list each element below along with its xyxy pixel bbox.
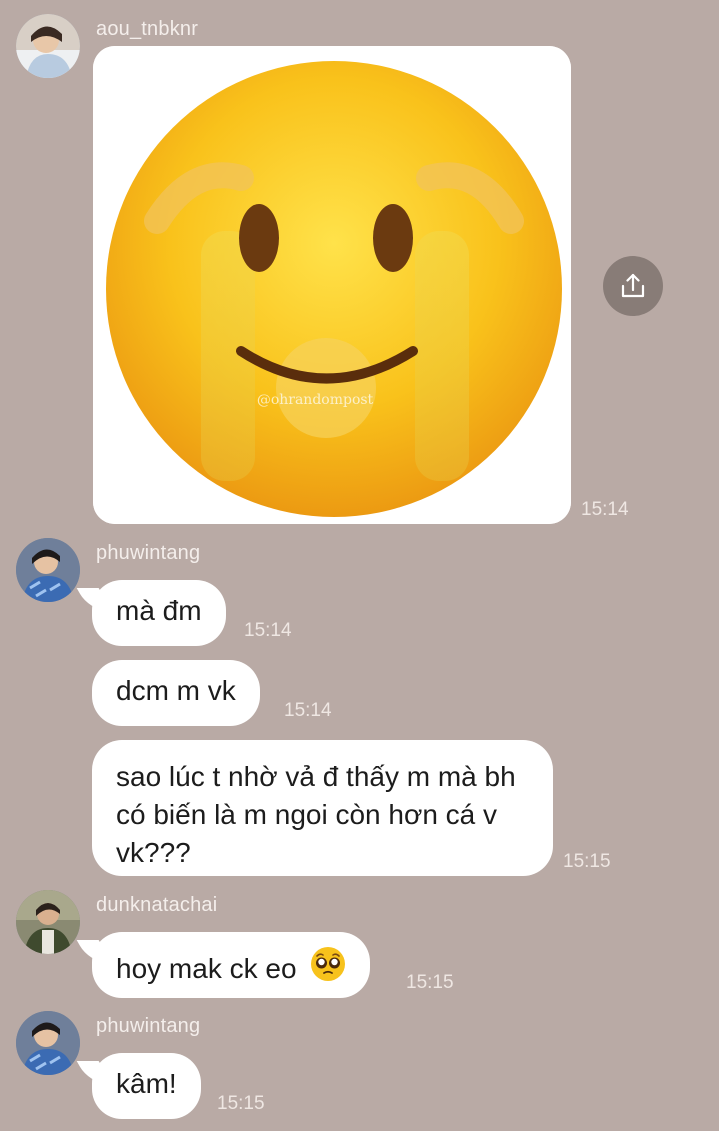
avatar-aou-tnbknr[interactable] (16, 14, 80, 78)
image-message[interactable]: @ohrandompost (93, 46, 571, 524)
message-time: 15:14 (581, 499, 629, 520)
message-bubble[interactable]: kâm! (92, 1053, 201, 1119)
avatar-dunknatachai[interactable] (16, 890, 80, 954)
avatar-phuwintang[interactable] (16, 1011, 80, 1075)
sender-name: phuwintang (96, 1015, 201, 1037)
message-bubble[interactable]: sao lúc t nhờ vả đ thấy m mà bh có biến … (92, 740, 553, 876)
sender-name: phuwintang (96, 542, 201, 564)
message-time: 15:14 (244, 620, 292, 641)
avatar-phuwintang[interactable] (16, 538, 80, 602)
message-bubble[interactable]: hoy mak ck eo (92, 932, 371, 998)
watermark-text: @ohrandompost (257, 392, 374, 408)
message-bubble[interactable]: dcm m vk (92, 660, 260, 726)
pleading-face-icon (310, 946, 346, 990)
crying-smile-emoji-image: @ohrandompost (93, 46, 571, 524)
share-upload-icon (621, 273, 645, 298)
message-text: hoy mak ck eo (116, 953, 297, 984)
message-time: 15:14 (284, 700, 332, 721)
share-button[interactable] (603, 256, 663, 316)
sender-name: dunknatachai (96, 894, 218, 916)
message-time: 15:15 (563, 851, 611, 872)
message-time: 15:15 (406, 972, 454, 993)
message-bubble[interactable]: mà đm (92, 580, 226, 646)
sender-name: aou_tnbknr (96, 18, 199, 40)
message-time: 15:15 (217, 1093, 265, 1114)
